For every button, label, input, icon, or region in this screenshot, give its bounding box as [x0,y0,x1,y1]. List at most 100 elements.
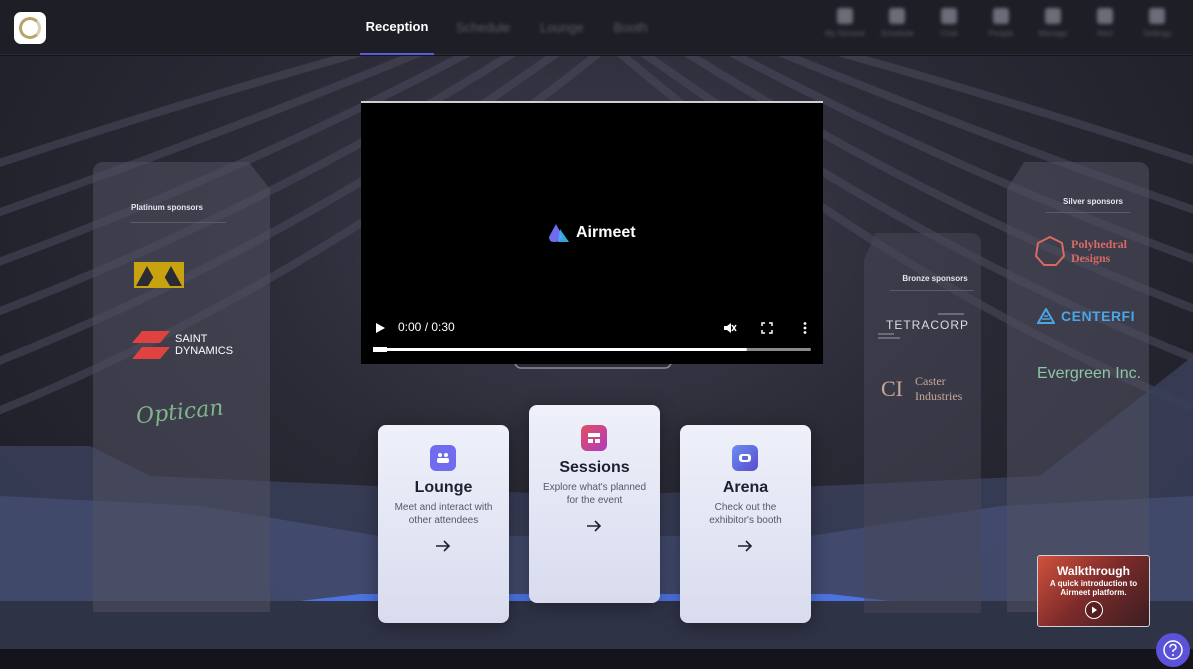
walkthrough-subtitle: A quick introduction to Airmeet platform… [1049,579,1138,597]
event-logo[interactable] [14,12,46,44]
sponsor-centerfi[interactable]: CENTERFI [1037,308,1135,324]
video-played-fill [373,347,387,352]
arena-card-description: Check out the exhibitor's booth [709,502,782,526]
question-mark-icon [1163,640,1183,660]
tool-label: My Airmeet [825,29,866,38]
main-tabs: Reception Schedule Lounge Booth [360,0,656,55]
arrow-right-icon [587,520,602,532]
tool-label: Chat [940,29,958,38]
app-root: Reception Schedule Lounge Booth My Airme… [0,0,1193,669]
people-icon [993,8,1009,24]
bottom-strip [0,649,1193,669]
tab-booth[interactable]: Booth [606,0,656,55]
video-buffered-fill [373,348,747,351]
lounge-card-title: Lounge [414,479,473,496]
evergreen-wordmark: Evergreen Inc. [1037,365,1142,382]
sponsor-tetracorp[interactable]: TETRACORP [878,310,970,339]
lounge-card-description: Meet and interact with other attendees [394,502,493,526]
caster-monogram: CI [881,376,903,401]
tool-manage[interactable]: Manage [1035,8,1071,38]
logo-ring-icon [19,17,41,39]
arena-card-title: Arena [722,479,769,496]
tool-chat[interactable]: Chat [931,8,967,38]
walkthrough-video-thumbnail[interactable]: Walkthrough A quick introduction to Airm… [1037,555,1150,627]
tool-label: Manage [1038,29,1068,38]
lounge-people-icon [430,445,456,471]
settings-icon [1045,8,1061,24]
platinum-sponsors-title: Platinum sponsors [130,203,203,212]
platinum-sponsors-panel [93,162,270,612]
caster-line1: Caster [915,374,946,388]
bell-icon [1097,8,1113,24]
divider [1046,212,1130,213]
divider [890,290,974,291]
gear-icon [1149,8,1165,24]
arena-booth-icon [732,445,758,471]
sessions-card-title: Sessions [559,459,630,476]
chat-icon [941,8,957,24]
sponsor-optican[interactable]: Optican [135,395,225,429]
arena-card[interactable]: Arena Check out the exhibitor's booth [680,425,811,623]
tool-settings[interactable]: Settings [1139,8,1175,38]
tab-reception[interactable]: Reception [360,0,434,55]
help-button[interactable] [1156,633,1190,667]
video-progress-track[interactable] [373,347,811,352]
video-controls: 0:00 / 0:30 [373,319,813,337]
video-time: 0:00 / 0:30 [398,320,455,334]
polyhedral-line1: Polyhedral [1071,237,1127,251]
home-icon [837,8,853,24]
tool-label: Settings [1142,29,1172,38]
tab-schedule[interactable]: Schedule [448,0,518,55]
arrow-right-icon [436,540,451,552]
tool-label: Alert [1096,29,1114,38]
sponsor-caster-industries[interactable]: CI Caster Industries [881,374,962,404]
sponsor-saint-dynamics[interactable]: SAINT DYNAMICS [132,331,233,359]
sponsor-polyhedral-designs[interactable]: Polyhedral Designs [1034,235,1127,267]
centerfi-wordmark: CENTERFI [1061,308,1135,324]
tool-schedule[interactable]: Schedule [879,8,915,38]
polyhedral-wordmark: Polyhedral Designs [1071,237,1127,265]
heptagon-icon [1034,235,1066,266]
divider [130,222,226,223]
polyhedral-line2: Designs [1071,251,1111,265]
tool-label: People [988,29,1014,38]
sponsor-evergreen[interactable]: Evergreen Inc. [1037,365,1141,383]
fullscreen-icon[interactable] [760,321,774,335]
tool-alert[interactable]: Alert [1087,8,1123,38]
arrow-right-icon [738,540,753,552]
toolbar: My Airmeet Schedule Chat People Manage A… [825,8,1175,38]
sessions-card-description: Explore what's planned for the event [542,482,647,506]
caster-line2: Industries [915,389,963,403]
muted-speaker-icon[interactable] [723,321,737,335]
video-brand-name: Airmeet [576,224,636,241]
saint-dynamics-wordmark: SAINT DYNAMICS [175,333,233,357]
play-circle-icon[interactable] [1085,601,1103,619]
more-options-icon[interactable] [798,321,812,335]
calendar-icon [889,8,905,24]
sessions-card[interactable]: Sessions Explore what's planned for the … [529,405,660,603]
tetracorp-wordmark: TETRACORP [886,318,970,332]
tool-people[interactable]: People [983,8,1019,38]
airmeet-logo-icon [549,224,569,242]
walkthrough-title: Walkthrough [1057,564,1130,578]
bronze-sponsors-title: Bronze sponsors [902,274,968,283]
lounge-card[interactable]: Lounge Meet and interact with other atte… [378,425,509,623]
gold-triangles-icon [134,262,184,288]
sponsor-gold-triangles-logo[interactable] [134,262,184,288]
silver-sponsors-title: Silver sponsors [1062,197,1124,206]
silver-sponsors-panel [1007,162,1149,612]
video-brand: Airmeet [548,223,636,243]
play-icon[interactable] [373,321,387,335]
sessions-stage-icon [581,425,607,451]
welcome-video-player[interactable]: Airmeet 0:00 / 0:30 [361,101,823,364]
saint-dynamics-line1: SAINT [175,333,208,345]
saint-dynamics-stripes-icon [132,331,170,359]
centerfi-triangle-icon [1037,308,1055,324]
tool-my-airmeet[interactable]: My Airmeet [825,8,866,38]
saint-dynamics-line2: DYNAMICS [175,345,234,357]
tab-lounge[interactable]: Lounge [532,0,591,55]
optican-wordmark: Optican [134,395,225,430]
tool-label: Schedule [880,29,914,38]
top-navigation-bar: Reception Schedule Lounge Booth My Airme… [0,0,1193,55]
caster-wordmark: Caster Industries [915,374,962,404]
